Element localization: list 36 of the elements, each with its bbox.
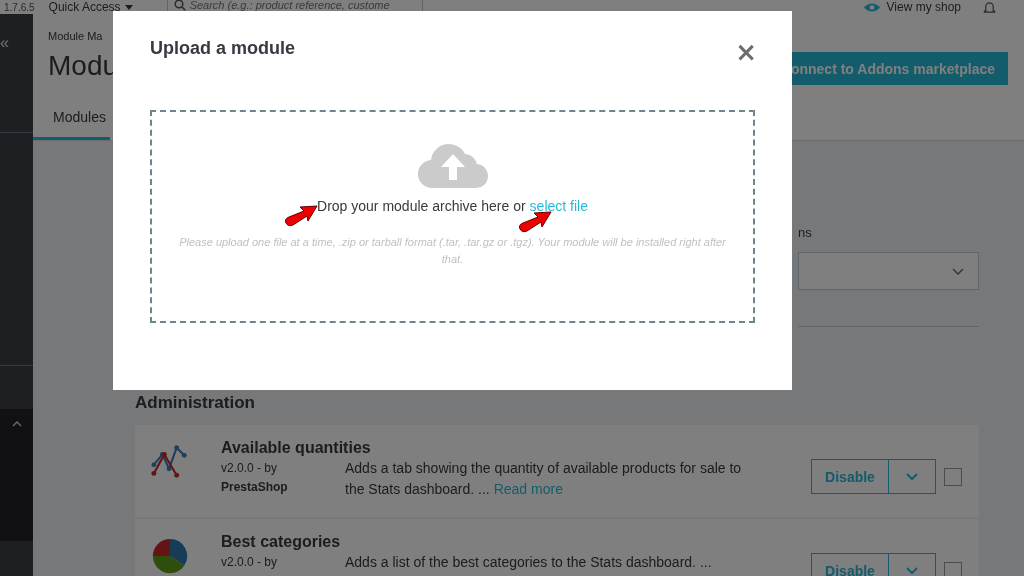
cloud-upload-icon	[416, 142, 489, 190]
pie-chart-icon	[151, 537, 189, 575]
module-name: Available quantities	[221, 439, 372, 457]
module-author: PrestaShop	[221, 480, 289, 494]
drop-instructions: Drop your module archive here or	[317, 198, 526, 214]
tab[interactable]: Modules	[33, 103, 110, 140]
annotation-arrow	[283, 202, 320, 228]
module-version: v2.0.0 - by	[221, 461, 279, 475]
drop-zone[interactable]: Drop your module archive here or select file Please upload one file at a time, .zip or tarball format (.tar, .tar.gz or .tgz). Your module will be installed right after that.	[150, 110, 755, 323]
upload-hint: Please upload one file at a time, .zip or tarball format (.tar, .tar.gz or .tgz). Your module will be installed right after that.	[178, 235, 727, 267]
module-version: v2.0.0 - by	[221, 555, 279, 569]
quick-access-menu[interactable]: Quick Access	[48, 0, 133, 14]
dialog-title: Upload a module	[150, 38, 295, 59]
sidebar-section[interactable]	[0, 409, 33, 541]
module-description: Adds a list of the best categories to the Stats dashboard. ...	[345, 553, 713, 572]
chevron-down-icon	[906, 567, 918, 574]
module-name: Best categories	[221, 533, 342, 551]
breadcrumb: Module Ma	[48, 30, 104, 42]
version-label: 1.7.6.5	[4, 1, 35, 13]
category-title: Administration	[135, 393, 256, 413]
filter-label: ns	[798, 225, 813, 240]
line-chart-icon	[151, 443, 189, 481]
module-description: Adds a tab showing the quantity of available products for sale to the Stats dashboard. ... Read more	[345, 459, 743, 499]
filter-select[interactable]	[798, 252, 979, 290]
select-file-link[interactable]: select file	[529, 198, 588, 214]
close-button[interactable]: ×	[735, 36, 757, 67]
bell-icon[interactable]	[983, 0, 996, 14]
view-shop-link[interactable]: View my shop	[886, 0, 961, 14]
chevron-down-icon	[952, 267, 964, 275]
read-more-link[interactable]: Read more	[493, 481, 563, 497]
search-icon	[173, 0, 186, 11]
collapse-button[interactable]: «	[0, 34, 14, 52]
checkbox[interactable]	[944, 561, 962, 576]
chevron-down-icon	[906, 473, 918, 480]
caret-up-icon	[11, 421, 22, 427]
checkbox[interactable]	[944, 467, 962, 486]
